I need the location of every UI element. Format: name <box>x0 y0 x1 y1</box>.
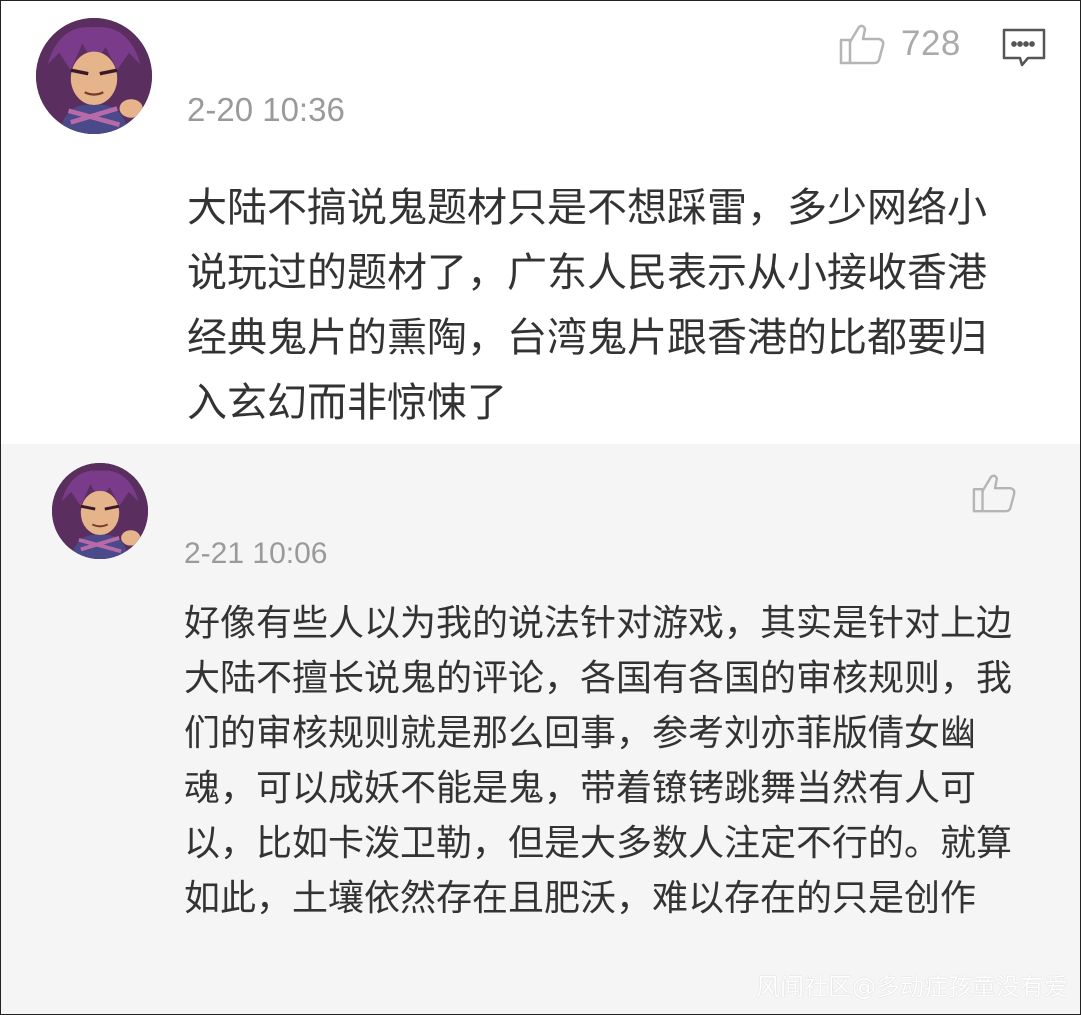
comment-main: 728 2-20 10:36 大陆不搞说鬼题材只是不想踩雷，多少网络小说玩过的题… <box>1 1 1080 444</box>
watermark: 风闻社区@多动症孩童没有爱 <box>756 973 1068 1001</box>
like-button[interactable]: 728 <box>839 23 961 65</box>
comment-icon[interactable] <box>1002 28 1046 68</box>
comment-text: 好像有些人以为我的说法针对游戏，其实是针对上边大陆不擅长说鬼的评论，各国有各国的… <box>184 603 1013 919</box>
avatar[interactable] <box>36 18 152 134</box>
comment-text: 大陆不搞说鬼题材只是不想踩雷，多少网络小说玩过的题材了，广东人民表示从小接收香港… <box>187 185 987 426</box>
like-count: 728 <box>901 24 961 63</box>
comment-reply: 2-21 10:06 好像有些人以为我的说法针对游戏，其实是针对上边大陆不擅长说… <box>1 444 1080 1014</box>
thumbs-up-icon <box>839 23 885 65</box>
thumbs-up-icon[interactable] <box>972 472 1016 514</box>
comment-time: 2-20 10:36 <box>187 91 345 128</box>
avatar[interactable] <box>52 463 148 559</box>
comment-time: 2-21 10:06 <box>184 537 328 570</box>
